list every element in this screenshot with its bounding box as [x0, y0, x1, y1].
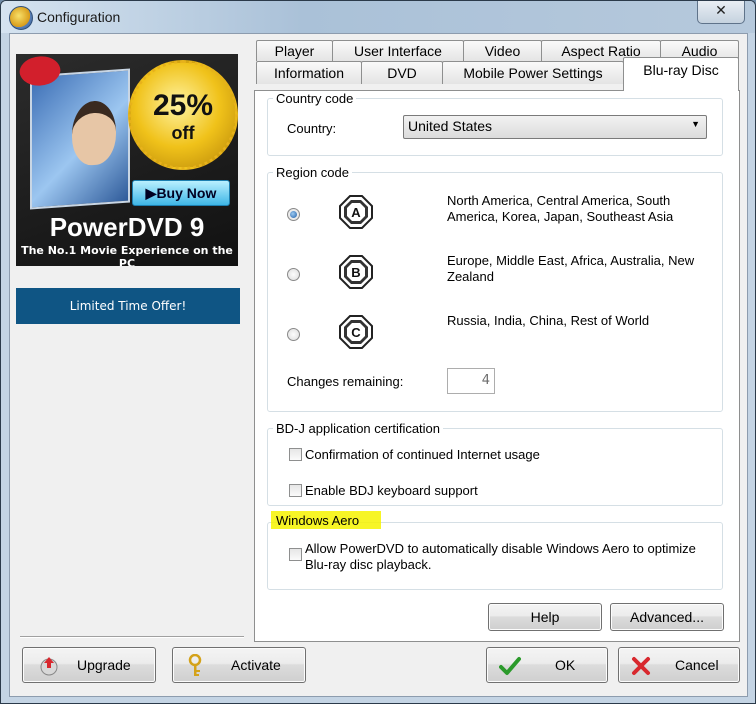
cancel-button-label: Cancel — [675, 657, 719, 673]
changes-remaining-value: 4 — [447, 368, 495, 394]
changes-remaining-label: Changes remaining: — [287, 374, 404, 389]
bdj-group-label: BD-J application certification — [273, 421, 444, 436]
discount-badge: 25% off — [128, 60, 238, 170]
ad-product-name: PowerDVD 9 — [49, 212, 205, 242]
region-a-icon: A — [339, 195, 373, 229]
powerdvd-app-icon — [9, 6, 33, 30]
cross-icon — [632, 657, 650, 675]
ad-tagline: The No.1 Movie Experience on the PC — [21, 244, 233, 266]
product-box-face — [72, 99, 116, 167]
bdj-keyboard-checkbox[interactable] — [289, 484, 302, 497]
region-b-letter: B — [351, 265, 360, 280]
country-code-group-label: Country code — [273, 91, 357, 106]
country-select-value: United States — [408, 118, 493, 134]
ok-button[interactable]: OK — [486, 647, 608, 683]
advanced-button-label: Advanced... — [630, 609, 704, 625]
region-c-icon: C — [339, 315, 373, 349]
help-button[interactable]: Help — [488, 603, 602, 631]
tab-dvd[interactable]: DVD — [361, 61, 443, 84]
region-c-letter: C — [351, 325, 361, 340]
region-b-icon: B — [339, 255, 373, 289]
tab-mobile-power-settings[interactable]: Mobile Power Settings — [442, 61, 624, 84]
title-bar[interactable]: Configuration ✕ — [1, 1, 755, 33]
activate-button-label: Activate — [231, 657, 281, 673]
window-title: Configuration — [37, 9, 121, 25]
windows-aero-group-label: Windows Aero — [276, 513, 360, 528]
bdj-keyboard-label: Enable BDJ keyboard support — [305, 483, 478, 498]
powerdvd-ad-banner[interactable]: 25% off ▶Buy Now PowerDVD 9 The No.1 Mov… — [16, 54, 238, 266]
region-a-radio[interactable] — [287, 208, 300, 221]
close-button[interactable]: ✕ — [697, 1, 745, 24]
country-select[interactable]: United States ▼ — [403, 115, 707, 139]
dialog-client-area: 25% off ▶Buy Now PowerDVD 9 The No.1 Mov… — [9, 33, 748, 697]
internet-usage-checkbox[interactable] — [289, 448, 302, 461]
checkmark-icon — [499, 657, 521, 675]
tab-blu-ray-disc[interactable]: Blu-ray Disc — [623, 57, 739, 91]
limited-offer-link[interactable]: Limited Time Offer! — [16, 288, 240, 324]
upgrade-button[interactable]: Upgrade — [22, 647, 156, 683]
disable-aero-checkbox[interactable] — [289, 548, 302, 561]
advanced-button[interactable]: Advanced... — [610, 603, 724, 631]
region-b-radio[interactable] — [287, 268, 300, 281]
chevron-down-icon: ▼ — [691, 119, 700, 129]
cancel-button[interactable]: Cancel — [618, 647, 740, 683]
discount-off-label: off — [171, 123, 195, 143]
tab-user-interface[interactable]: User Interface — [332, 40, 464, 61]
product-box-image — [30, 68, 130, 210]
configuration-window: Configuration ✕ 25% off ▶Buy Now PowerDV… — [0, 0, 756, 704]
region-b-description: Europe, Middle East, Africa, Australia, … — [447, 253, 695, 284]
left-separator — [20, 636, 244, 638]
tab-information[interactable]: Information — [256, 61, 362, 84]
country-label: Country: — [287, 121, 337, 136]
upgrade-button-label: Upgrade — [77, 657, 131, 673]
blu-ray-disc-panel: Country code Country: United States ▼ Re… — [254, 90, 740, 642]
region-c-description: Russia, India, China, Rest of World — [447, 313, 650, 328]
activate-button[interactable]: Activate — [172, 647, 306, 683]
internet-usage-label: Confirmation of continued Internet usage — [305, 447, 540, 462]
upgrade-icon — [40, 657, 58, 676]
region-a-letter: A — [351, 205, 361, 220]
region-c-radio[interactable] — [287, 328, 300, 341]
ok-button-label: OK — [555, 657, 576, 673]
tab-video[interactable]: Video — [463, 40, 542, 61]
buy-now-button[interactable]: ▶Buy Now — [132, 180, 230, 206]
tab-player[interactable]: Player — [256, 40, 333, 61]
help-button-label: Help — [530, 609, 560, 625]
region-code-group-label: Region code — [273, 165, 352, 180]
key-icon — [188, 654, 202, 676]
discount-percent: 25% — [152, 89, 214, 122]
region-a-description: North America, Central America, South Am… — [447, 193, 674, 224]
disable-aero-label: Allow PowerDVD to automatically disable … — [305, 541, 696, 572]
